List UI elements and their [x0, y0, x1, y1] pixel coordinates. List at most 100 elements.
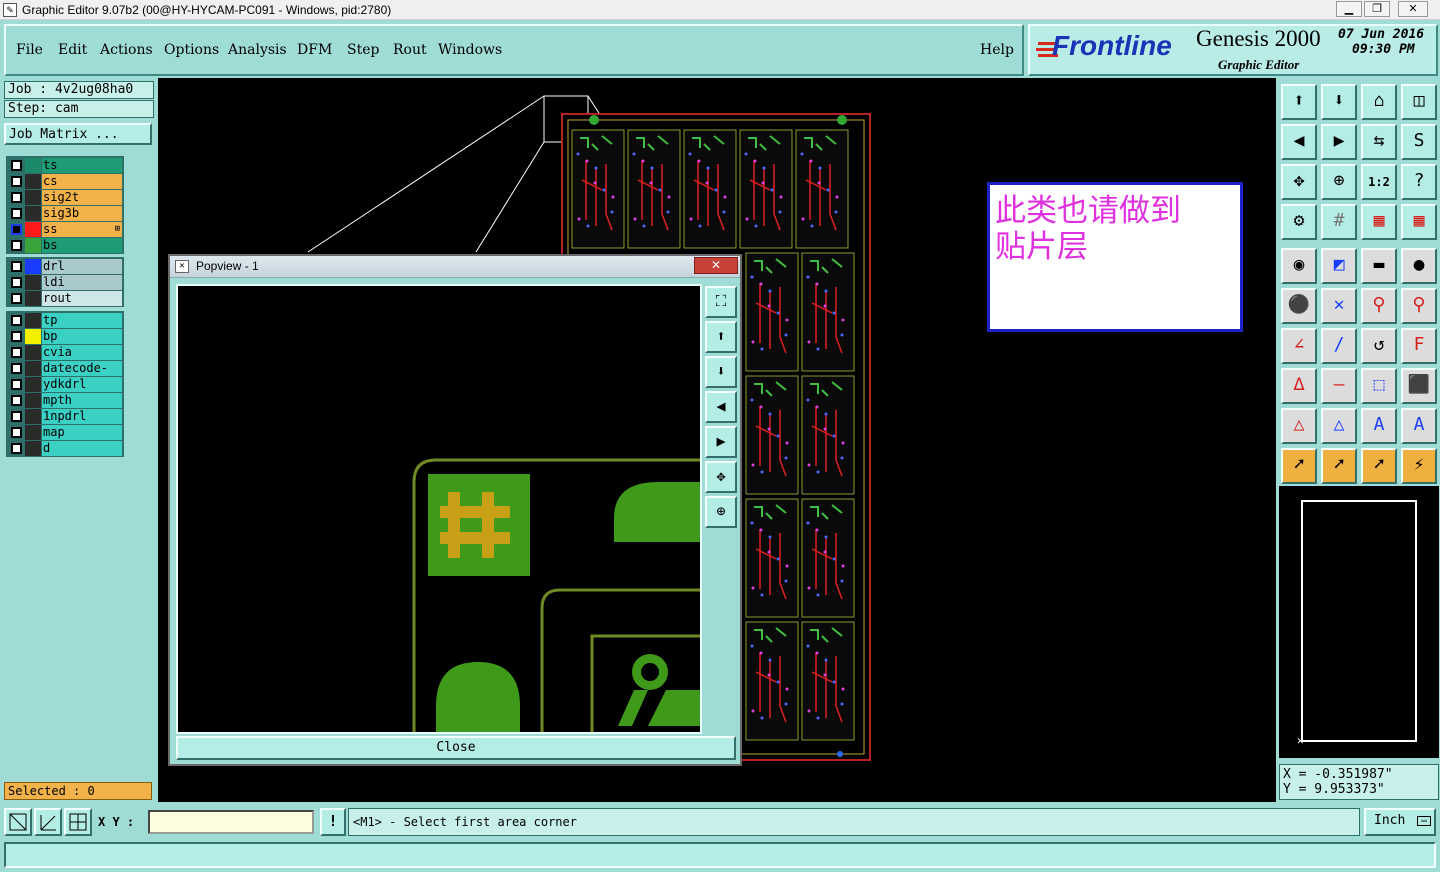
measure-mode-icon[interactable]	[34, 808, 62, 836]
shapes-icon[interactable]: ⬛	[1401, 368, 1437, 404]
connect-red-icon[interactable]: ⚲	[1401, 288, 1437, 324]
triangle-arrow-icon[interactable]: A	[1401, 408, 1437, 444]
net-icon[interactable]: ⚫	[1281, 288, 1317, 324]
minimize-icon[interactable]: ▁	[1336, 1, 1362, 17]
rotate-s-icon[interactable]: S	[1401, 124, 1437, 160]
layer-checkbox[interactable]	[11, 427, 22, 438]
layer-name[interactable]: ydkdrl	[42, 377, 122, 392]
menu-help[interactable]: Help	[980, 42, 1014, 58]
menu-options[interactable]: Options	[164, 42, 219, 58]
triangle-red-icon[interactable]: △	[1281, 408, 1317, 444]
text-icon[interactable]: F	[1401, 328, 1437, 364]
layer-row-ts[interactable]: ts	[8, 158, 122, 174]
split-window-icon[interactable]: ◫	[1401, 84, 1437, 120]
draw-line-icon[interactable]: ∠	[1281, 328, 1317, 364]
undo-arc-icon[interactable]: ↺	[1361, 328, 1397, 364]
layer-stack-icon[interactable]: ▦	[1361, 204, 1397, 240]
pan-down-icon[interactable]: ⬇	[705, 356, 737, 388]
layer-row-tp[interactable]: tp	[8, 313, 122, 329]
layer-checkbox[interactable]	[11, 331, 22, 342]
select-region-icon[interactable]: ◩	[1321, 248, 1357, 284]
zoom-out-icon[interactable]: ⊕	[705, 496, 737, 528]
pan-up-icon[interactable]: ⬆	[705, 321, 737, 353]
layer-checkbox[interactable]	[11, 208, 22, 219]
layer-name[interactable]: cvia	[42, 345, 122, 360]
menu-windows[interactable]: Windows	[438, 42, 502, 58]
ruler-icon[interactable]: ▬	[1361, 248, 1397, 284]
help-icon[interactable]: ?	[1401, 164, 1437, 200]
layer-checkbox[interactable]	[11, 261, 22, 272]
layer-checkbox[interactable]	[11, 315, 22, 326]
layer-checkbox[interactable]	[11, 277, 22, 288]
layer-name[interactable]: bs	[42, 238, 122, 253]
layer-checkbox[interactable]	[11, 192, 22, 203]
layer-checkbox[interactable]	[11, 224, 22, 235]
layer-row-ldi[interactable]: ldi	[8, 275, 122, 291]
layer-name[interactable]: tp	[42, 313, 122, 328]
layer-stack-red-icon[interactable]: ▦	[1401, 204, 1437, 240]
zoom-in-icon[interactable]: ✥	[705, 461, 737, 493]
popview-close-button[interactable]: Close	[176, 736, 736, 760]
zoom-fit-icon[interactable]: ⛶	[705, 286, 737, 318]
menu-step[interactable]: Step	[347, 42, 379, 58]
menu-analysis[interactable]: Analysis	[228, 42, 287, 58]
layer-name[interactable]: 1npdrl	[42, 409, 122, 424]
layer-checkbox[interactable]	[11, 176, 22, 187]
grid-icon[interactable]: #	[1321, 204, 1357, 240]
pan-right-icon[interactable]: ▶	[705, 426, 737, 458]
popview-close-icon[interactable]: ✕	[694, 257, 738, 274]
layer-name[interactable]: ss ⊞	[42, 222, 122, 237]
pointer-circle-icon[interactable]: ➚	[1361, 448, 1397, 484]
layer-row-mpth[interactable]: mpth	[8, 393, 122, 409]
select-pad-icon[interactable]: ◉	[1281, 248, 1317, 284]
layer-name[interactable]: bp	[42, 329, 122, 344]
restore-icon[interactable]: ❐	[1364, 1, 1390, 17]
layer-row-rout[interactable]: rout	[8, 291, 122, 307]
layer-row-d[interactable]: d	[8, 441, 122, 457]
delete-icon[interactable]: ✕	[1321, 288, 1357, 324]
layer-name[interactable]: mpth	[42, 393, 122, 408]
layer-name[interactable]: ts	[42, 158, 122, 173]
layer-checkbox[interactable]	[11, 443, 22, 454]
measure-icon[interactable]: ∆	[1281, 368, 1317, 404]
job-matrix-button[interactable]: Job Matrix ...	[4, 123, 152, 145]
layer-row-sig2t[interactable]: sig2t	[8, 190, 122, 206]
fit-icon[interactable]: ✥	[1281, 164, 1317, 200]
layer-name[interactable]: sig2t	[42, 190, 122, 205]
menu-actions[interactable]: Actions	[100, 42, 153, 58]
dimension-icon[interactable]: ⬚	[1361, 368, 1397, 404]
pointer-icon[interactable]: ➚	[1281, 448, 1317, 484]
zoom-fit-icon[interactable]: ⊕	[1321, 164, 1357, 200]
layer-row-bp[interactable]: bp	[8, 329, 122, 345]
view-bottom-icon[interactable]: ⬇	[1321, 84, 1357, 120]
scale-1-2-icon[interactable]: 1:2	[1361, 164, 1397, 200]
menu-edit[interactable]: Edit	[58, 42, 87, 58]
pan-left-icon[interactable]: ◀	[705, 391, 737, 423]
pointer-box-icon[interactable]: ➚	[1321, 448, 1357, 484]
layer-checkbox[interactable]	[11, 293, 22, 304]
layer-name[interactable]: d	[42, 441, 122, 456]
layer-row-cs[interactable]: cs	[8, 174, 122, 190]
mirror-icon[interactable]: ⇆	[1361, 124, 1397, 160]
layer-name[interactable]: drl	[42, 259, 122, 274]
route-icon[interactable]: ⚡	[1401, 448, 1437, 484]
layer-checkbox[interactable]	[11, 411, 22, 422]
menu-dfm[interactable]: DFM	[297, 42, 332, 58]
overview-map[interactable]: ✕	[1279, 486, 1439, 758]
layer-row-cvia[interactable]: cvia	[8, 345, 122, 361]
popview-canvas[interactable]	[176, 284, 702, 734]
layer-name[interactable]: map	[42, 425, 122, 440]
xy-input[interactable]	[148, 810, 314, 834]
layer-checkbox[interactable]	[11, 160, 22, 171]
layer-name[interactable]: datecode-bs	[42, 361, 122, 376]
layer-row-datecode-bs[interactable]: datecode-bs	[8, 361, 122, 377]
layer-name[interactable]: sig3b	[42, 206, 122, 221]
layer-row-bs[interactable]: bs	[8, 238, 122, 254]
layer-checkbox[interactable]	[11, 379, 22, 390]
menu-rout[interactable]: Rout	[393, 42, 427, 58]
layer-row-ss[interactable]: ss ⊞	[8, 222, 122, 238]
layer-name[interactable]: ldi	[42, 275, 122, 290]
menu-file[interactable]: File	[16, 42, 43, 58]
layer-row-1npdrl[interactable]: 1npdrl	[8, 409, 122, 425]
snap-icon[interactable]: ⚙	[1281, 204, 1317, 240]
